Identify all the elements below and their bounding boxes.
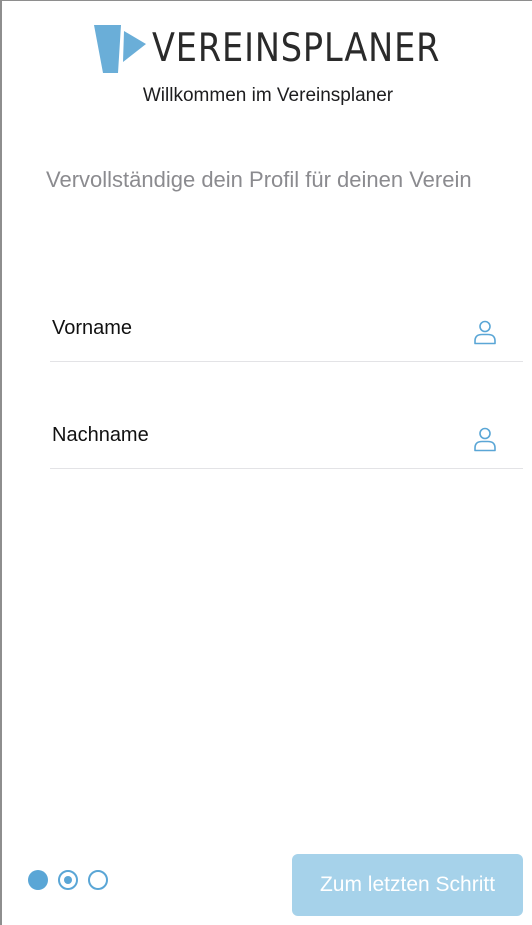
user-icon <box>474 427 496 452</box>
first-name-field[interactable]: Vorname <box>50 311 523 362</box>
next-step-button[interactable]: Zum letzten Schritt <box>292 854 523 916</box>
last-name-field[interactable]: Nachname <box>50 418 523 469</box>
last-name-label: Nachname <box>52 424 149 446</box>
vereinsplaner-logo-icon <box>93 25 146 73</box>
logo: VEREINSPLANER <box>2 25 532 73</box>
user-icon <box>474 320 496 345</box>
first-name-label: Vorname <box>52 317 133 339</box>
header: VEREINSPLANER Willkommen im Vereinsplane… <box>2 25 532 107</box>
step-indicator <box>28 870 118 890</box>
step-dot-upcoming <box>88 870 108 890</box>
profile-intro-text: Vervollständige dein Profil für deinen V… <box>46 167 472 192</box>
welcome-subtitle: Willkommen im Vereinsplaner <box>142 85 394 106</box>
step-dot-current <box>58 870 78 890</box>
logo-wordmark: VEREINSPLANER <box>151 26 441 71</box>
app-screen: VEREINSPLANER Willkommen im Vereinsplane… <box>0 0 532 925</box>
step-dot-completed <box>28 870 48 890</box>
